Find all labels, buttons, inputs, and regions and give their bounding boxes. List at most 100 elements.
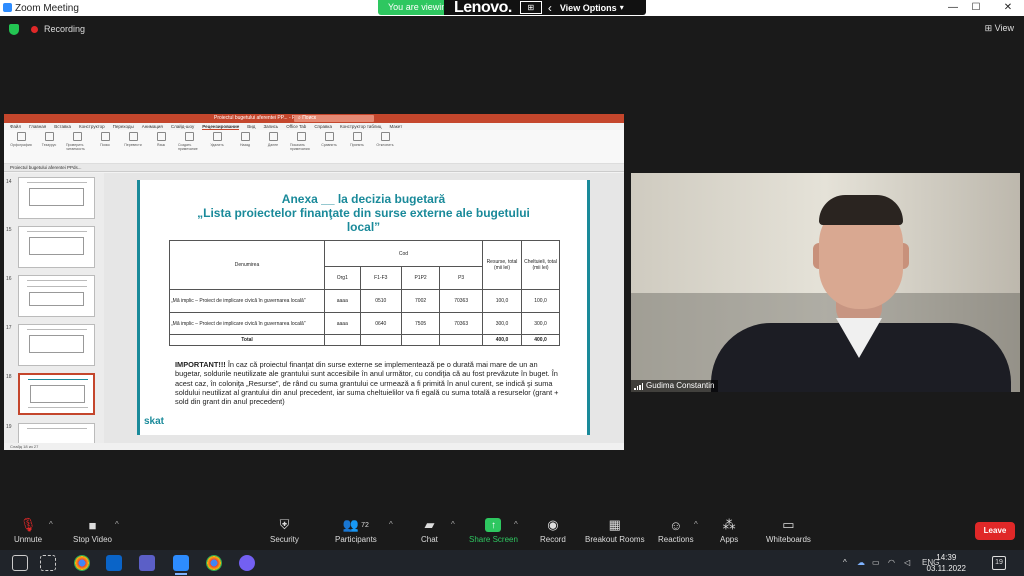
ribbon-tab[interactable]: Макет — [389, 123, 402, 130]
ribbon-command[interactable]: Удалить — [206, 132, 228, 154]
ribbon-command[interactable]: Отклонить — [374, 132, 396, 154]
ribbon-command-icon — [212, 132, 222, 141]
stop-video-button[interactable]: ■ Stop Video — [73, 518, 112, 545]
view-label: View — [994, 23, 1014, 33]
ribbon-tab[interactable]: Вид — [247, 123, 255, 130]
onedrive-icon[interactable]: ☁ — [857, 558, 865, 567]
ribbon-tab[interactable]: Конструктор — [79, 123, 105, 130]
ribbon-tab[interactable]: Запись — [263, 123, 278, 130]
share-caret-icon[interactable]: ^ — [514, 520, 518, 529]
encryption-shield-icon[interactable] — [9, 24, 19, 35]
participant-video[interactable] — [631, 173, 1020, 392]
share-screen-button[interactable]: ↑ Share Screen — [469, 518, 518, 544]
header-f1f3: F1-F3 — [359, 266, 402, 290]
apps-icon: ⁂ — [722, 517, 736, 532]
slide-thumbnail-selected[interactable] — [18, 373, 95, 415]
participants-button[interactable]: 👥 72 Participants — [335, 517, 377, 544]
ribbon-command-label: Язык — [156, 143, 166, 147]
participants-caret-icon[interactable]: ^ — [389, 520, 393, 529]
notifications-icon[interactable]: 19 — [992, 556, 1006, 570]
cell-denumirea: „Mă implic – Proiect de implicare civică… — [169, 312, 325, 335]
slide-thumbnail[interactable] — [18, 177, 95, 219]
reactions-caret-icon[interactable]: ^ — [694, 520, 698, 529]
header-p3: P3 — [439, 266, 483, 290]
ribbon-command[interactable]: Язык — [150, 132, 172, 154]
header-cod: Cod — [324, 240, 483, 267]
cell-p3: 70363 — [439, 312, 483, 335]
ribbon-command[interactable]: Создать примечание — [178, 132, 200, 154]
taskbar-clock[interactable]: 14:39 03.11.2022 — [927, 552, 966, 574]
chevron-down-icon[interactable]: ▾ — [620, 3, 624, 12]
record-button[interactable]: ◉ Record — [540, 517, 566, 544]
audio-options-caret-icon[interactable]: ^ — [49, 520, 53, 529]
ribbon-command[interactable]: Далее — [262, 132, 284, 154]
network-icon[interactable]: ▭ — [872, 558, 880, 567]
slide-thumbnail[interactable] — [18, 226, 95, 268]
teams-icon[interactable] — [139, 555, 155, 571]
ribbon-command[interactable]: Тезаурус — [38, 132, 60, 154]
chat-button[interactable]: ▰ Chat — [421, 517, 438, 544]
slide-thumbnail[interactable] — [18, 324, 95, 366]
cell-f1f3: 0510 — [359, 289, 402, 313]
slide-thumbnail[interactable] — [18, 275, 95, 317]
breakout-rooms-button[interactable]: ▦ Breakout Rooms — [585, 517, 645, 544]
leave-button[interactable]: Leave — [975, 522, 1015, 540]
header-p1p2: P1P2 — [400, 266, 441, 290]
ribbon-command[interactable]: Перевести — [122, 132, 144, 154]
breakout-label: Breakout Rooms — [585, 535, 645, 544]
zoom-app-icon — [3, 3, 12, 12]
viber-icon[interactable] — [239, 555, 255, 571]
ribbon-tab[interactable]: Рецензирование — [202, 123, 240, 130]
participant-name-tag: Gudima Constantin — [631, 380, 719, 392]
ribbon-command[interactable]: Сравнить — [318, 132, 340, 154]
shared-screen: Proiectul bugetului aferentei PP... - Po… — [4, 114, 624, 450]
chrome-icon[interactable] — [74, 555, 90, 571]
ribbon-tab[interactable]: Переходы — [113, 123, 134, 130]
task-view-icon[interactable] — [40, 555, 56, 571]
header-resurse: Resurse, total (mii lei) — [482, 240, 522, 290]
ribbon-tab[interactable]: Справка — [314, 123, 332, 130]
ribbon-command[interactable]: Назад — [234, 132, 256, 154]
document-tab[interactable]: Proiectul bugetului aferentei PPds... — [4, 164, 624, 172]
cell-org1: aaaa — [324, 312, 361, 335]
ribbon-command[interactable]: Поиск — [94, 132, 116, 154]
ribbon-command-icon — [352, 132, 362, 141]
wifi-icon[interactable]: ◠ — [888, 558, 895, 567]
maximize-button[interactable]: ☐ — [962, 0, 990, 16]
chrome-profile-icon[interactable] — [206, 555, 222, 571]
view-button[interactable]: ⊞ View — [985, 23, 1014, 34]
ribbon-command[interactable]: Принять — [346, 132, 368, 154]
outlook-icon[interactable] — [106, 555, 122, 571]
chat-caret-icon[interactable]: ^ — [451, 520, 455, 529]
ribbon-tab[interactable]: Анимация — [142, 123, 163, 130]
zoom-taskbar-icon[interactable] — [173, 555, 189, 571]
search-box[interactable]: ⌕ Поиск — [294, 115, 374, 122]
slide-canvas[interactable]: Anexa __ la decizia bugetară „Lista proi… — [137, 180, 590, 435]
search-icon[interactable] — [12, 555, 28, 571]
chevron-left-icon[interactable]: ‹ — [548, 1, 552, 15]
volume-icon[interactable]: ◁ — [904, 558, 910, 567]
close-button[interactable]: ✕ — [994, 0, 1022, 16]
ribbon-command[interactable]: Проверить читаемость — [66, 132, 88, 154]
ribbon-tab[interactable]: Слайд-шоу — [171, 123, 194, 130]
pin-icon[interactable]: ⊞ — [519, 1, 542, 14]
unmute-button[interactable]: 🎙 Unmute — [14, 517, 42, 544]
whiteboards-button[interactable]: ▭ Whiteboards — [766, 517, 811, 544]
ribbon-command[interactable]: Орфография — [10, 132, 32, 154]
search-placeholder: Поиск — [302, 115, 317, 121]
video-options-caret-icon[interactable]: ^ — [115, 520, 119, 529]
budget-table[interactable]: Denumirea Cod Resurse, total (mii lei) C… — [169, 240, 560, 346]
view-options-button[interactable]: View Options — [560, 3, 617, 13]
ribbon-tab[interactable]: Конструктор таблиц — [340, 123, 382, 130]
ribbon: Орфография Тезаурус Проверить читаемость По… — [4, 130, 624, 164]
ribbon-tab[interactable]: Вставка — [54, 123, 71, 130]
ribbon-tab[interactable]: Файл — [10, 123, 21, 130]
tray-chevron-icon[interactable]: ^ — [843, 558, 847, 567]
security-button[interactable]: ⛨ Security — [270, 517, 299, 544]
ribbon-command[interactable]: Показать примечания — [290, 132, 312, 154]
apps-button[interactable]: ⁂ Apps — [720, 517, 738, 544]
ribbon-command-label: Удалить — [210, 143, 224, 147]
ribbon-tab[interactable]: Главная — [29, 123, 46, 130]
ribbon-tab[interactable]: Office Tab — [286, 123, 306, 130]
reactions-button[interactable]: ☺ Reactions — [658, 518, 694, 545]
